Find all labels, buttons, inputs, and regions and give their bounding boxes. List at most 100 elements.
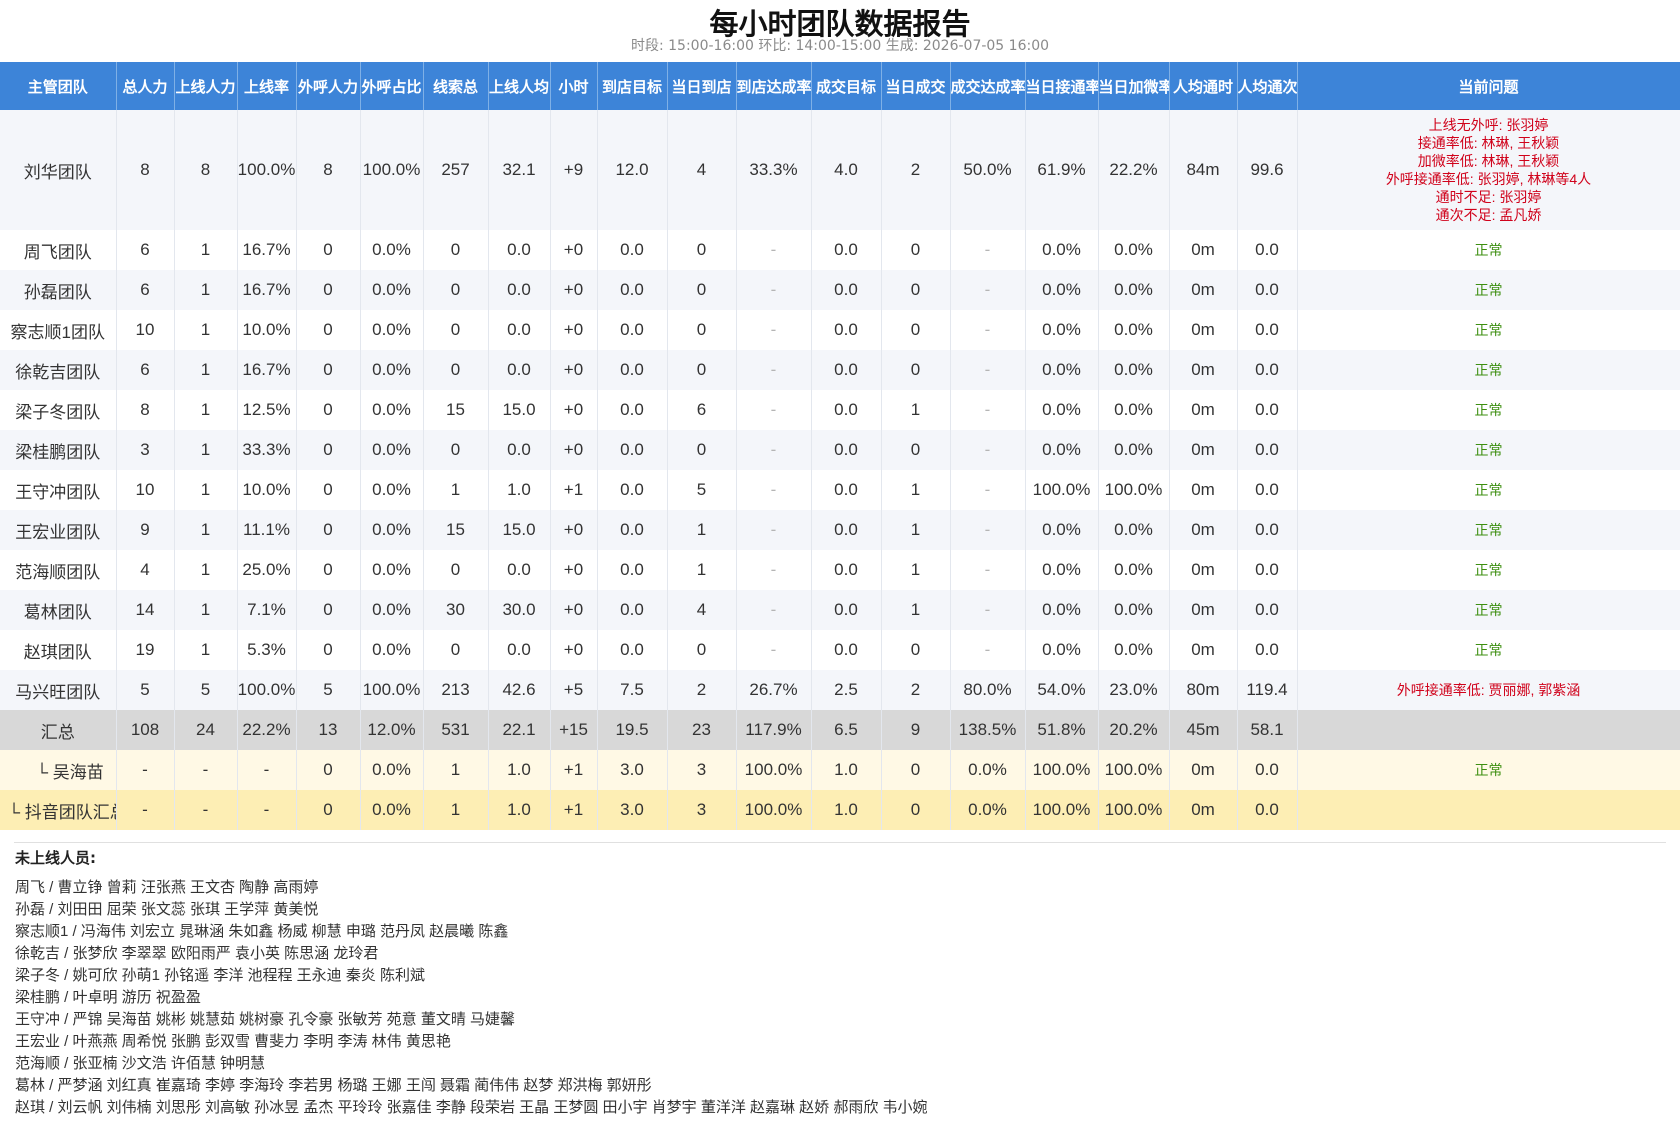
table-cell: 0 xyxy=(296,230,361,270)
table-cell: 50.0% xyxy=(950,110,1026,230)
table-cell: 0.0 xyxy=(488,270,551,310)
table-cell: 0 xyxy=(881,270,951,310)
issue-text: 正常 xyxy=(1474,642,1503,658)
table-cell: - xyxy=(950,470,1026,510)
table-cell: - xyxy=(736,630,812,670)
table-cell: 0.0% xyxy=(1098,510,1170,550)
table-cell: 0 xyxy=(667,430,737,470)
offline-staff-list: 周飞 / 曹立铮 曾莉 汪张燕 王文杏 陶静 高雨婷 孙磊 / 刘田田 屈荣 张文… xyxy=(15,877,1655,1119)
table-cell: +9 xyxy=(550,110,598,230)
table-cell: 1 xyxy=(174,550,238,590)
table-cell: 30 xyxy=(423,590,489,630)
table-cell: 0.0 xyxy=(1237,790,1298,830)
table-cell: 100.0% xyxy=(1098,750,1170,790)
table-cell: 0.0% xyxy=(1025,430,1099,470)
table-cell: 0.0 xyxy=(1237,270,1298,310)
table-cell: 1.0 xyxy=(811,750,882,790)
table-cell: 0.0 xyxy=(811,550,882,590)
issue-cell: 正常 xyxy=(1297,390,1680,430)
table-cell: 0.0 xyxy=(811,350,882,390)
table-cell: 0 xyxy=(423,230,489,270)
table-cell: 0.0 xyxy=(597,590,668,630)
table-row: 葛林团队 14 1 7.1% 0 0.0% 30 30.0 +0 0.0 4-0.0 1-0.0% 0.… xyxy=(0,590,1680,630)
table-cell: +0 xyxy=(550,590,598,630)
table-cell: 0.0 xyxy=(597,510,668,550)
table-cell: 0 xyxy=(296,750,361,790)
column-header: 外呼人力 xyxy=(296,62,361,110)
table-cell: 0.0 xyxy=(597,430,668,470)
table-cell: 0.0% xyxy=(1098,390,1170,430)
table-cell: 0 xyxy=(667,350,737,390)
offline-staff-line: 察志顺1 / 冯海伟 刘宏立 晁琳涵 朱如鑫 杨威 柳慧 申璐 范丹凤 赵晨曦 … xyxy=(15,923,509,940)
table-cell: 0.0% xyxy=(1025,390,1099,430)
table-cell: - xyxy=(950,270,1026,310)
table-cell: 6 xyxy=(116,230,175,270)
team-name-cell: 王守冲团队 xyxy=(0,470,117,510)
table-cell: - xyxy=(237,750,297,790)
table-cell: 10 xyxy=(116,470,175,510)
table-cell: 0.0% xyxy=(1098,270,1170,310)
column-header: 当日成交 xyxy=(881,62,951,110)
table-cell: 54.0% xyxy=(1025,670,1099,710)
table-cell: 0.0 xyxy=(488,230,551,270)
table-cell: 5 xyxy=(296,670,361,710)
table-cell: 42.6 xyxy=(488,670,551,710)
table-cell: - xyxy=(736,470,812,510)
table-cell: - xyxy=(736,550,812,590)
column-header: 当日到店 xyxy=(667,62,737,110)
table-cell: 0.0% xyxy=(360,790,424,830)
table-cell: 0.0% xyxy=(1025,510,1099,550)
column-header: 上线人均 xyxy=(488,62,551,110)
table-cell: 10 xyxy=(116,310,175,350)
table-cell: 80.0% xyxy=(950,670,1026,710)
table-row: 马兴旺团队 5 5 100.0% 5 100.0% 213 42.6 +5 7.5 2 26.7% 2.… xyxy=(0,670,1680,710)
table-cell: - xyxy=(950,630,1026,670)
table-cell: 0.0% xyxy=(1098,310,1170,350)
table-cell: +0 xyxy=(550,230,598,270)
table-cell: 257 xyxy=(423,110,489,230)
table-cell: 213 xyxy=(423,670,489,710)
table-cell: 0.0% xyxy=(360,470,424,510)
table-cell: 0.0 xyxy=(597,550,668,590)
table-row: 范海顺团队 4 1 25.0% 0 0.0% 0 0.0 +0 0.0 1-0.0 1-0.0% 0.0… xyxy=(0,550,1680,590)
table-cell: 1.0 xyxy=(488,790,551,830)
table-cell: 0 xyxy=(296,350,361,390)
table-cell: 8 xyxy=(296,110,361,230)
issue-cell: 正常 xyxy=(1297,430,1680,470)
column-header: 总人力 xyxy=(116,62,175,110)
issue-cell: 正常 xyxy=(1297,270,1680,310)
offline-staff-line: 王守冲 / 严锦 吴海苗 姚彬 姚慧茹 姚树豪 孔令豪 张敏芳 苑意 董文晴 马… xyxy=(15,1011,516,1028)
table-row: 王守冲团队 10 1 10.0% 0 0.0% 1 1.0 +1 0.0 5-0.0 1-100.0%… xyxy=(0,470,1680,510)
table-cell: 0.0% xyxy=(1025,230,1099,270)
table-cell: 1 xyxy=(881,510,951,550)
table-cell: 1 xyxy=(881,550,951,590)
table-cell: 0.0% xyxy=(1098,630,1170,670)
table-cell: 0.0% xyxy=(1098,350,1170,390)
table-cell: 0.0% xyxy=(1098,230,1170,270)
table-cell: 61.9% xyxy=(1025,110,1099,230)
issue-cell: 正常 xyxy=(1297,510,1680,550)
column-header: 当日接通率 xyxy=(1025,62,1099,110)
table-cell: 0.0% xyxy=(1025,350,1099,390)
table-cell: 11.1% xyxy=(237,510,297,550)
table-cell: 0m xyxy=(1169,430,1238,470)
table-cell: 0 xyxy=(881,430,951,470)
table-cell: 1 xyxy=(174,630,238,670)
table-cell: 24 xyxy=(174,710,238,750)
table-cell: 0 xyxy=(881,750,951,790)
team-name-cell: 徐乾吉团队 xyxy=(0,350,117,390)
table-cell: 0.0 xyxy=(597,630,668,670)
table-cell: 0.0% xyxy=(1025,630,1099,670)
table-cell: 0 xyxy=(423,630,489,670)
table-cell: 22.1 xyxy=(488,710,551,750)
issue-cell: 正常 xyxy=(1297,470,1680,510)
table-cell: - xyxy=(736,430,812,470)
team-name-cell: 范海顺团队 xyxy=(0,550,117,590)
issue-cell: 正常 xyxy=(1297,350,1680,390)
sub-team-row: └ 吴海苗 - - -0 0.0% 1 1.0 +1 3.0 3 100.0% 1.0 0 0.0% 100… xyxy=(0,750,1680,790)
issue-cell: 正常 xyxy=(1297,550,1680,590)
table-cell: 12.0% xyxy=(360,710,424,750)
column-header: 到店达成率 xyxy=(736,62,812,110)
issue-text: 正常 xyxy=(1474,482,1503,498)
table-cell: +15 xyxy=(550,710,598,750)
